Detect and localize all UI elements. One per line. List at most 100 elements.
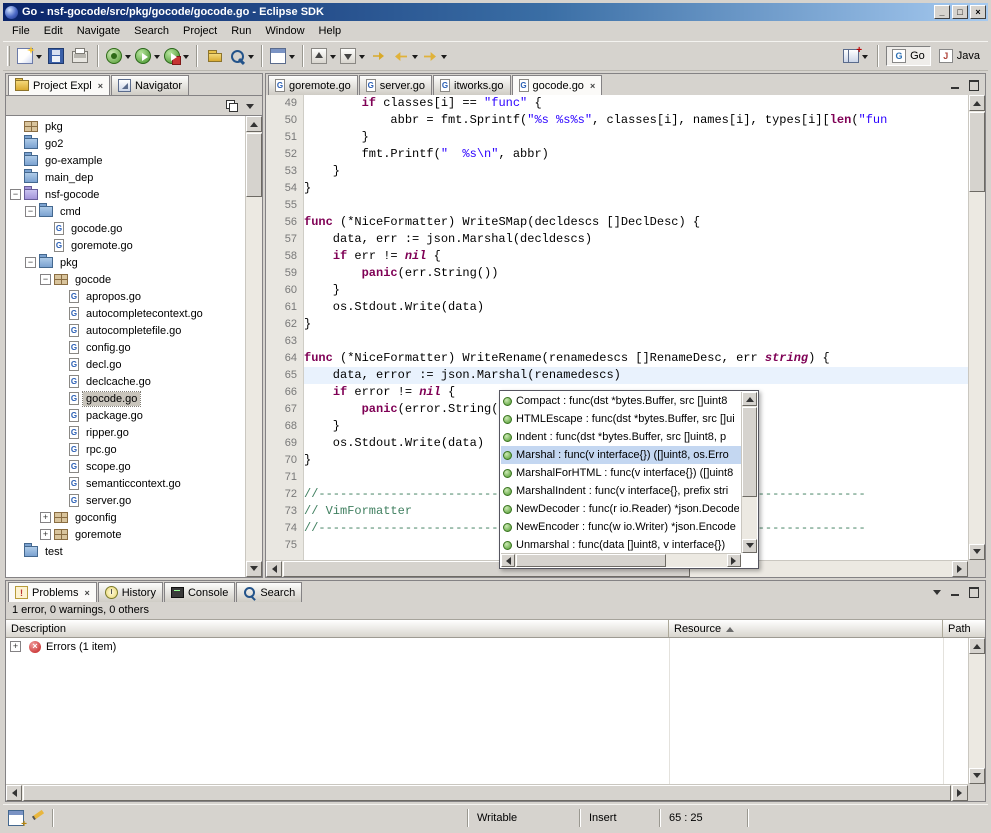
tree-item[interactable]: Gconfig.go: [6, 339, 245, 356]
view-tab-console[interactable]: Console: [164, 582, 235, 602]
external-tools-button[interactable]: [162, 44, 191, 68]
scroll-thumb[interactable]: [516, 554, 666, 567]
code-line[interactable]: 65 data, error := json.Marshal(renamedes…: [266, 367, 968, 384]
code-line[interactable]: 59 panic(err.String()): [266, 265, 968, 282]
code-line[interactable]: 54}: [266, 180, 968, 197]
menu-help[interactable]: Help: [312, 22, 349, 40]
dropdown-arrow-icon[interactable]: [330, 55, 336, 62]
code-line[interactable]: 61 os.Stdout.Write(data): [266, 299, 968, 316]
popup-scrollbar[interactable]: [741, 392, 757, 553]
code-line[interactable]: 64func (*NiceFormatter) WriteRename(rena…: [266, 350, 968, 367]
debug-button[interactable]: [104, 44, 133, 68]
scroll-up-icon[interactable]: [746, 393, 754, 402]
view-tab-problems[interactable]: Problems×: [8, 582, 97, 602]
tree-expander-icon[interactable]: −: [40, 274, 51, 285]
menu-run[interactable]: Run: [224, 22, 258, 40]
tree-item[interactable]: Gsemanticcontext.go: [6, 475, 245, 492]
tree-item[interactable]: Ggocode.go: [6, 390, 245, 407]
autocomplete-item[interactable]: Indent : func(dst *bytes.Buffer, src []u…: [501, 428, 741, 446]
code-line[interactable]: 52 fmt.Printf(" %s\n", abbr): [266, 146, 968, 163]
menu-file[interactable]: File: [5, 22, 37, 40]
autocomplete-item[interactable]: HTMLEscape : func(dst *bytes.Buffer, src…: [501, 410, 741, 428]
last-edit-location-button[interactable]: [367, 44, 391, 68]
print-button[interactable]: [68, 44, 92, 68]
tree-item[interactable]: Ggocode.go: [6, 220, 245, 237]
view-tab-search[interactable]: Search: [236, 582, 302, 602]
code-line[interactable]: 53 }: [266, 163, 968, 180]
dropdown-arrow-icon[interactable]: [359, 55, 365, 62]
tree-expander-icon[interactable]: −: [10, 189, 21, 200]
dropdown-arrow-icon[interactable]: [248, 55, 254, 62]
view-menu-button[interactable]: [930, 584, 945, 599]
tree-item[interactable]: Gautocompletefile.go: [6, 322, 245, 339]
autocomplete-item[interactable]: NewEncoder : func(w io.Writer) *json.Enc…: [501, 518, 741, 536]
open-resource-button[interactable]: [203, 44, 227, 68]
menu-edit[interactable]: Edit: [37, 22, 70, 40]
scroll-left-icon[interactable]: [8, 789, 17, 797]
problems-row[interactable]: + Errors (1 item): [6, 638, 985, 655]
tree-item[interactable]: Gdecl.go: [6, 356, 245, 373]
pencil-icon[interactable]: [30, 810, 46, 826]
minimize-button[interactable]: _: [934, 5, 950, 19]
run-button[interactable]: [133, 44, 162, 68]
scroll-right-icon[interactable]: [957, 565, 966, 573]
scroll-thumb[interactable]: [742, 407, 757, 497]
code-line[interactable]: 51 }: [266, 129, 968, 146]
tree-item[interactable]: −cmd: [6, 203, 245, 220]
code-line[interactable]: 63: [266, 333, 968, 350]
scroll-right-icon[interactable]: [957, 789, 966, 797]
code-line[interactable]: 50 abbr = fmt.Sprintf("%s %s%s", classes…: [266, 112, 968, 129]
editor-scrollbar[interactable]: [968, 95, 985, 560]
scroll-thumb[interactable]: [969, 112, 985, 192]
tree-expander-icon[interactable]: −: [25, 257, 36, 268]
tree-item[interactable]: Gdeclcache.go: [6, 373, 245, 390]
code-line[interactable]: 60 }: [266, 282, 968, 299]
autocomplete-item[interactable]: MarshalIndent : func(v interface{}, pref…: [501, 482, 741, 500]
menu-project[interactable]: Project: [176, 22, 224, 40]
tree-item[interactable]: Gapropos.go: [6, 288, 245, 305]
dropdown-arrow-icon[interactable]: [125, 55, 131, 62]
column-path[interactable]: Path: [943, 620, 985, 637]
autocomplete-item[interactable]: Compact : func(dst *bytes.Buffer, src []…: [501, 392, 741, 410]
scroll-down-icon[interactable]: [973, 773, 981, 782]
scroll-up-icon[interactable]: [250, 118, 258, 127]
editor-tab-gocode-go[interactable]: Ggocode.go×: [512, 75, 603, 95]
maximize-view-button[interactable]: [966, 584, 981, 599]
tree-item[interactable]: Gpackage.go: [6, 407, 245, 424]
code-line[interactable]: 57 data, err := json.Marshal(decldescs): [266, 231, 968, 248]
tree-item[interactable]: go-example: [6, 152, 245, 169]
tree-item[interactable]: −gocode: [6, 271, 245, 288]
tree-expander-icon[interactable]: +: [40, 529, 51, 540]
tree-item[interactable]: +goremote: [6, 526, 245, 543]
next-annotation-button[interactable]: [338, 44, 367, 68]
code-line[interactable]: 56func (*NiceFormatter) WriteSMap(declde…: [266, 214, 968, 231]
maximize-view-button[interactable]: [966, 77, 981, 92]
dropdown-arrow-icon[interactable]: [154, 55, 160, 62]
problems-hscrollbar[interactable]: [6, 784, 968, 801]
autocomplete-item[interactable]: Marshal : func(v interface{}) ([]uint8, …: [501, 446, 741, 464]
dropdown-arrow-icon[interactable]: [289, 55, 295, 62]
problems-scrollbar[interactable]: [968, 638, 985, 784]
code-line[interactable]: 49 if classes[i] == "func" {: [266, 95, 968, 112]
scroll-right-icon[interactable]: [731, 557, 740, 565]
view-menu-button[interactable]: [243, 98, 258, 113]
scroll-left-icon[interactable]: [268, 565, 277, 573]
open-perspective-button[interactable]: [841, 44, 870, 68]
dropdown-arrow-icon[interactable]: [36, 55, 42, 62]
editor-tab-goremote-go[interactable]: Ggoremote.go: [268, 75, 358, 95]
column-resource[interactable]: Resource: [669, 620, 943, 637]
tree-item[interactable]: −pkg: [6, 254, 245, 271]
tree-item[interactable]: main_dep: [6, 169, 245, 186]
scroll-left-icon[interactable]: [502, 557, 511, 565]
dropdown-arrow-icon[interactable]: [862, 55, 868, 62]
minimize-view-button[interactable]: [948, 77, 963, 92]
autocomplete-item[interactable]: NewDecoder : func(r io.Reader) *json.Dec…: [501, 500, 741, 518]
search-button[interactable]: [227, 44, 256, 68]
column-description[interactable]: Description: [6, 620, 669, 637]
autocomplete-item[interactable]: Unmarshal : func(data []uint8, v interfa…: [501, 536, 741, 553]
tree-item[interactable]: Ggoremote.go: [6, 237, 245, 254]
view-tab-history[interactable]: History: [98, 582, 163, 602]
editor-tab-server-go[interactable]: Gserver.go: [359, 75, 432, 95]
code-line[interactable]: 62}: [266, 316, 968, 333]
perspective-go-button[interactable]: Go: [886, 46, 931, 66]
